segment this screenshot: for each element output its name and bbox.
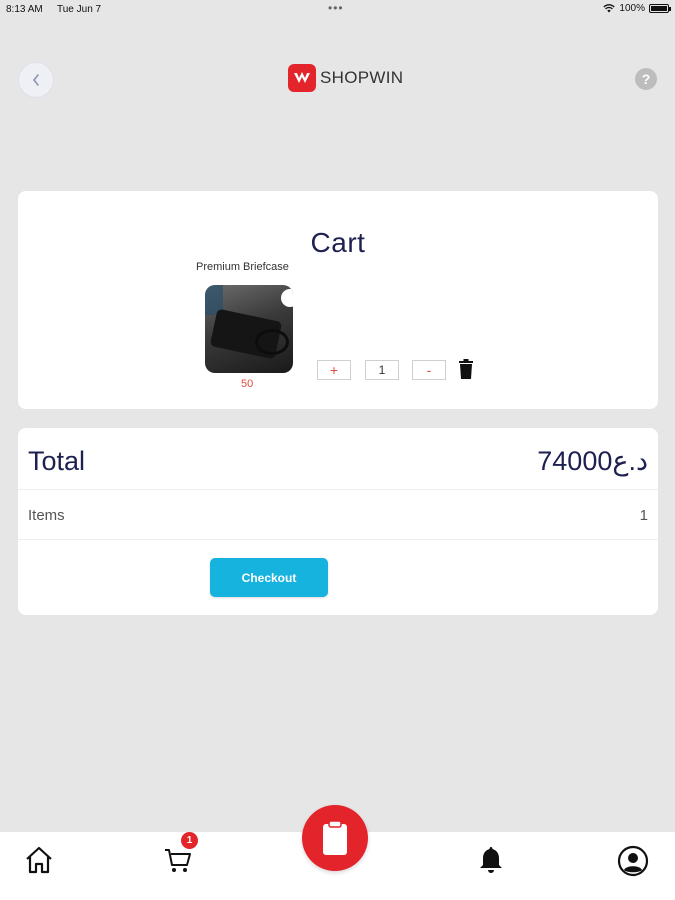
nav-home[interactable] (24, 845, 54, 880)
cart-icon (165, 849, 191, 872)
nav-profile[interactable] (617, 845, 649, 882)
trash-icon[interactable] (458, 359, 474, 379)
page-title: Cart (310, 227, 366, 258)
items-count: 1 (639, 507, 648, 524)
cart-screen: 8:13 AM Tue Jun 7 ••• 100% SHOPWIN ? Car (0, 0, 675, 900)
shopwin-logo-icon (288, 64, 316, 92)
product-price: 50 (241, 378, 254, 390)
wifi-icon (603, 4, 616, 13)
total-value: 74000د.ع (537, 446, 648, 476)
status-bar: 8:13 AM Tue Jun 7 ••• 100% (0, 0, 675, 18)
items-label: Items (28, 507, 65, 524)
back-button[interactable] (18, 62, 54, 98)
battery-percent: 100% (619, 3, 645, 14)
chevron-left-icon (32, 74, 39, 86)
brand-name: SHOPWIN (320, 68, 404, 87)
product-image[interactable] (205, 285, 293, 373)
total-label: Total (28, 446, 86, 476)
nav-cart[interactable]: 1 (163, 832, 198, 880)
cart-card: Cart Premium Briefcase 50 + - (18, 191, 658, 409)
status-indicators: 100% (603, 3, 671, 14)
orders-fab-button[interactable] (302, 805, 368, 871)
clipboard-icon (323, 820, 347, 855)
status-time: 8:13 AM (6, 4, 43, 15)
items-row: Items 1 (18, 490, 658, 540)
profile-icon (617, 845, 649, 877)
decrease-quantity-button[interactable]: - (412, 360, 446, 380)
cart-badge: 1 (181, 832, 198, 849)
order-summary-card: Total 74000د.ع Items 1 Checkout (18, 428, 658, 615)
nav-notifications[interactable] (477, 845, 505, 880)
increase-quantity-button[interactable]: + (317, 360, 351, 380)
quantity-input[interactable] (365, 360, 399, 380)
help-icon[interactable]: ? (635, 68, 657, 90)
checkout-button[interactable]: Checkout (210, 558, 328, 597)
product-name: Premium Briefcase (196, 261, 289, 273)
brand-logo: SHOPWIN (288, 64, 403, 92)
home-icon (26, 846, 52, 874)
status-date: Tue Jun 7 (57, 4, 102, 15)
multitasking-dots-icon[interactable]: ••• (328, 1, 344, 15)
battery-icon (649, 4, 671, 13)
bell-icon (480, 847, 502, 873)
total-row: Total 74000د.ع (18, 428, 658, 490)
